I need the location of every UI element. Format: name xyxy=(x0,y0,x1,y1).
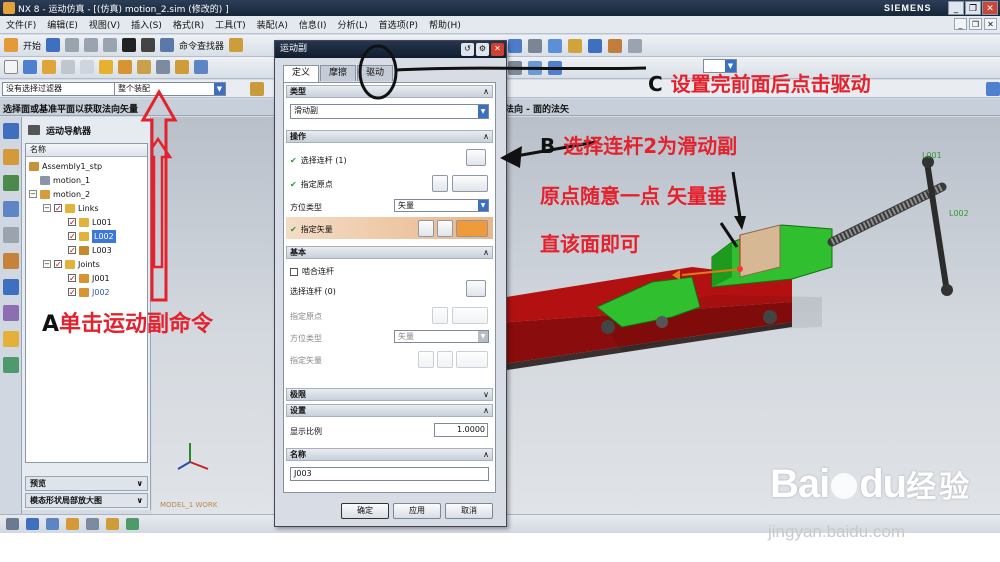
watermark-url: jingyan.baidu.com xyxy=(768,522,906,541)
annotation-a: A单击运动副命令 xyxy=(42,306,213,338)
b-down-arrowhead xyxy=(734,216,746,230)
annotation-b-letter: B xyxy=(540,134,556,158)
annotation-b-line1: B 选择连杆2为滑动副 xyxy=(540,130,737,159)
annotation-c: C 设置完前面后点击驱动 xyxy=(648,68,871,97)
b-pointer-arrowhead xyxy=(500,146,522,168)
baidu-watermark: Bai du经验 xyxy=(770,462,972,507)
paw-icon xyxy=(831,473,858,500)
annotation-b-line3: 直该面即可 xyxy=(540,232,640,256)
watermark-brand-cn: 经验 xyxy=(906,471,973,504)
up-arrow-annotation xyxy=(140,88,178,302)
c-pointer-line xyxy=(395,66,647,72)
annotation-b-line2: 原点随意一点 矢量垂 xyxy=(540,184,727,208)
annotation-a-letter: A xyxy=(42,312,60,337)
annotation-c-text: 设置完前面后点击驱动 xyxy=(670,72,871,96)
annotation-b-text1: 选择连杆2为滑动副 xyxy=(563,134,738,158)
annotation-a-text: 单击运动副命令 xyxy=(59,312,214,337)
watermark-brand-2: du xyxy=(859,462,907,506)
driver-tab-circle xyxy=(358,44,398,100)
annotation-c-letter: C xyxy=(648,72,663,96)
watermark-brand: Bai xyxy=(770,462,830,506)
